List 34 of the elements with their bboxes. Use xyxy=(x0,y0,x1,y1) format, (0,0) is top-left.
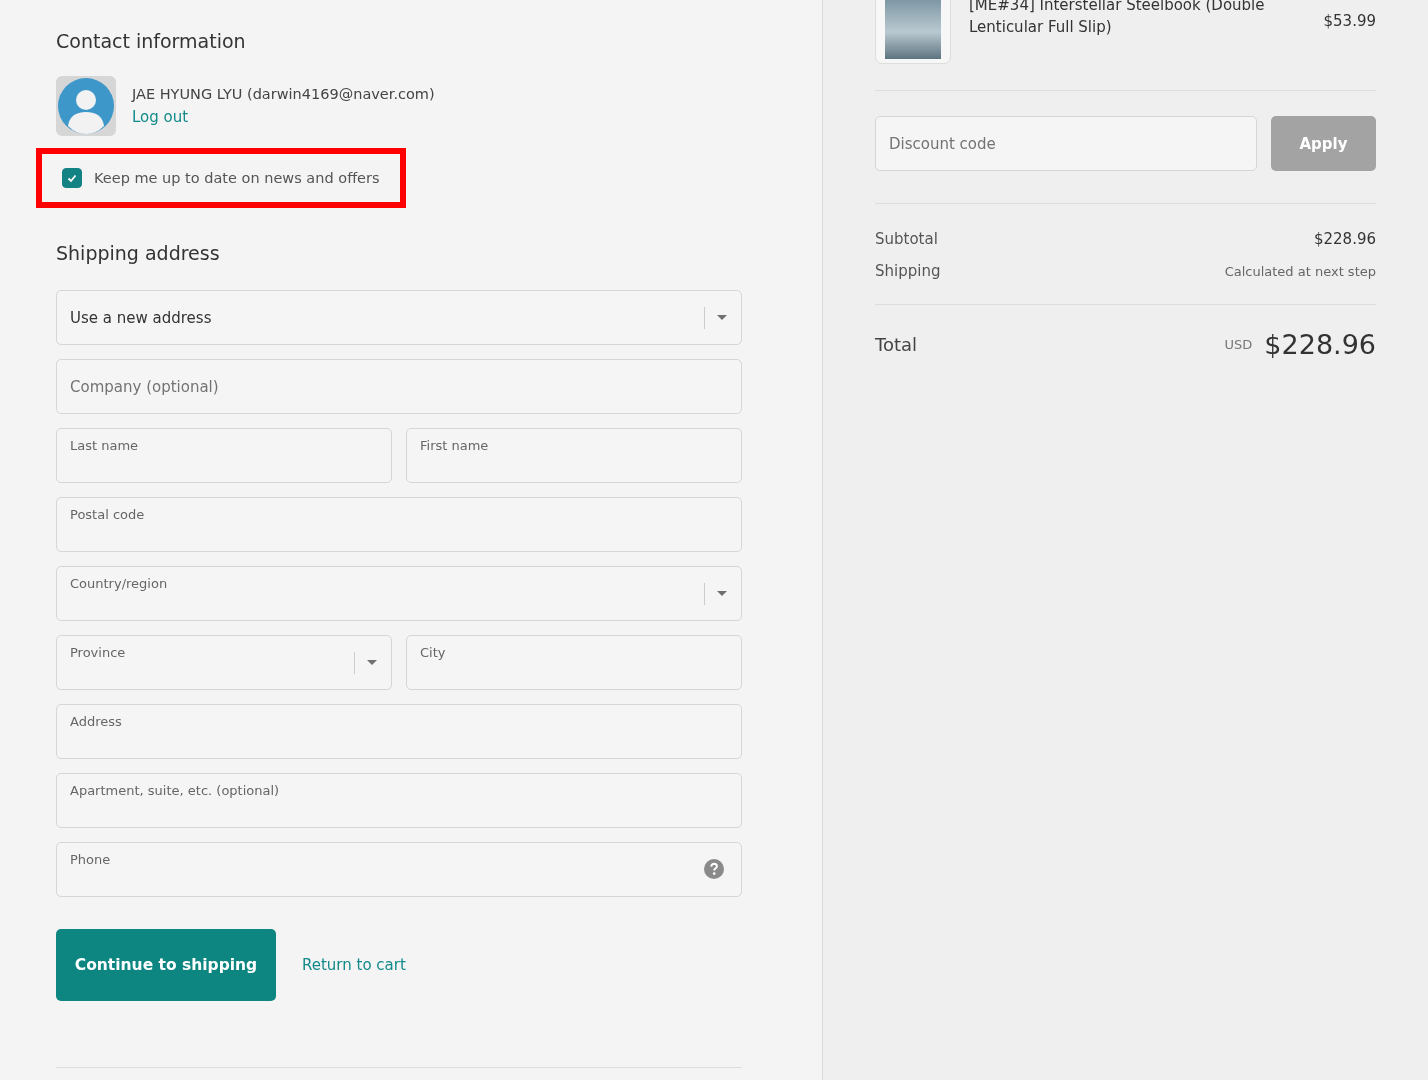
caret-icon xyxy=(717,591,727,597)
caret-icon xyxy=(367,660,377,666)
section-title: Shipping address xyxy=(56,242,221,264)
input-field[interactable]: Apartment, suite, etc. (optional) xyxy=(56,773,742,828)
checkbox-label: Keep me up to date on news and offers xyxy=(94,170,380,186)
avatar-icon xyxy=(56,76,116,136)
total-amount: $228.96 xyxy=(1264,329,1376,360)
checkmark-icon xyxy=(66,172,78,184)
continue-button[interactable]: Continue to shipping xyxy=(56,929,276,1001)
summary-value: $228.96 xyxy=(1313,230,1376,248)
account-name: JAE HYUNG LYU (darwin4169@naver.com) xyxy=(132,86,435,102)
checkbox[interactable] xyxy=(62,168,82,188)
input-field[interactable]: City xyxy=(406,635,742,690)
input-field[interactable]: Company (optional) xyxy=(56,359,742,414)
product-price: $53.99 xyxy=(1323,11,1376,30)
total-label: Total xyxy=(875,334,919,355)
currency-code: USD xyxy=(1224,337,1253,352)
dropdown-field[interactable]: Country/region xyxy=(56,566,742,621)
summary-value: Calculated at next step xyxy=(1224,263,1376,279)
help-icon[interactable] xyxy=(704,859,724,879)
photo-placeholder xyxy=(885,0,941,59)
input-field[interactable]: Phone xyxy=(56,842,742,897)
caret-icon xyxy=(717,315,727,321)
section-title: Contact information xyxy=(56,30,247,52)
summary-label: Subtotal xyxy=(875,230,938,248)
logout-link[interactable]: Log out xyxy=(132,108,435,126)
input-field[interactable]: Last name xyxy=(56,428,392,483)
dropdown-field[interactable]: Province xyxy=(56,635,392,690)
input-field[interactable]: Postal code xyxy=(56,497,742,552)
summary-label: Shipping xyxy=(875,262,941,280)
input-field[interactable]: Address xyxy=(56,704,742,759)
input-field[interactable]: First name xyxy=(406,428,742,483)
return-link[interactable]: Return to cart xyxy=(302,956,406,974)
dropdown-field[interactable]: Use a new address xyxy=(56,290,742,345)
